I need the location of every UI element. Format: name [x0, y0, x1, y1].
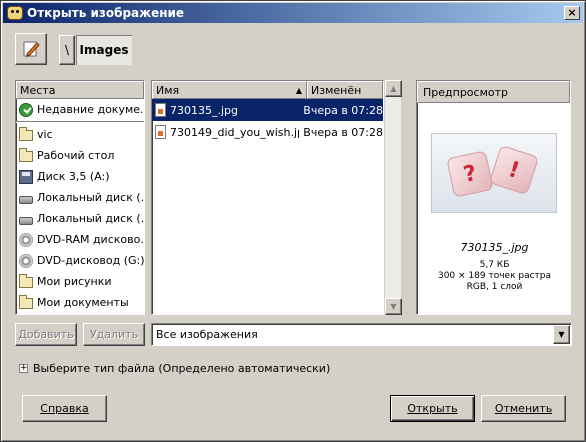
file-modified: Вчера в 07:28	[303, 103, 383, 117]
image-file-icon	[155, 125, 166, 139]
places-item-label: Рабочий стол	[37, 149, 115, 162]
places-item[interactable]: vic	[16, 124, 144, 145]
column-name-label: Имя	[156, 83, 180, 97]
file-modified: Вчера в 07:28	[303, 125, 383, 139]
folder-icon	[19, 295, 33, 309]
file-list: Имя ▲ Изменён 730135_.jpg Вчера в 07:28 73…	[151, 80, 384, 315]
file-filter-select[interactable]: Все изображения ▼	[151, 323, 572, 346]
remove-bookmark-label: Удалить	[89, 328, 139, 341]
recent-icon	[19, 102, 33, 117]
path-current-button[interactable]: Images	[76, 35, 132, 65]
add-bookmark-label: Добавить	[18, 328, 74, 341]
file-name: 730149_did_you_wish.jpg	[170, 125, 300, 139]
file-name-cell: 730149_did_you_wish.jpg	[152, 125, 299, 139]
column-header-modified[interactable]: Изменён	[307, 81, 383, 99]
scroll-up-button[interactable]: ▲	[385, 80, 402, 97]
file-rows: 730135_.jpg Вчера в 07:28 730149_did_you_w…	[152, 99, 383, 143]
file-name: 730135_.jpg	[170, 103, 239, 117]
places-item[interactable]: DVD-дисковод (G:)	[16, 250, 144, 271]
places-item-label: DVD-RAM дисково...	[37, 233, 145, 246]
hdd-icon	[19, 216, 33, 225]
help-button-label: Справка	[40, 402, 89, 415]
places-item[interactable]: Локальный диск (...	[16, 208, 144, 229]
file-row[interactable]: 730135_.jpg Вчера в 07:28	[152, 99, 383, 121]
folder-icon	[19, 148, 33, 162]
preview-thumbnail: ? !	[431, 133, 557, 213]
places-item-label: Локальный диск (...	[37, 191, 145, 204]
add-bookmark-button[interactable]: Добавить	[15, 323, 77, 346]
file-name-cell: 730135_.jpg	[152, 103, 299, 117]
path-root-button[interactable]: \	[59, 35, 75, 65]
places-item-label: DVD-дисковод (G:)	[37, 254, 145, 267]
dvd-icon	[19, 253, 33, 268]
preview-header[interactable]: Предпросмотр	[417, 81, 570, 103]
places-item[interactable]: Мои рисунки	[16, 271, 144, 292]
places-item[interactable]: DVD-RAM дисково...	[16, 229, 144, 250]
filetype-expander[interactable]: + Выберите тип файла (Определено автомат…	[19, 361, 330, 375]
preview-size: 5,7 КБ	[479, 260, 510, 270]
cancel-button[interactable]: Отменить	[481, 395, 566, 422]
places-header[interactable]: Места	[16, 81, 144, 99]
places-item[interactable]: Мои документы	[16, 292, 144, 313]
remove-bookmark-button[interactable]: Удалить	[83, 323, 145, 346]
image-file-icon	[155, 103, 166, 117]
help-button[interactable]: Справка	[22, 395, 107, 422]
filetype-expander-label: Выберите тип файла (Определено автоматич…	[33, 361, 331, 375]
sort-ascending-icon: ▲	[295, 85, 302, 95]
places-item-label: Диск 3,5 (A:)	[37, 170, 110, 183]
places-item[interactable]: Диск 3,5 (A:)	[16, 166, 144, 187]
folder-icon	[19, 274, 33, 288]
places-separator	[16, 121, 144, 123]
places-item-label: vic	[37, 128, 53, 141]
preview-filename: 730135_.jpg	[460, 241, 529, 254]
floppy-icon	[19, 169, 33, 184]
file-filter-value: Все изображения	[156, 328, 258, 341]
places-item[interactable]: Локальный диск (...	[16, 187, 144, 208]
close-button[interactable]: ×	[564, 6, 580, 20]
folder-icon	[19, 127, 33, 141]
places-list: Недавние докуме... vic Рабочий стол Диск 3,…	[16, 99, 144, 313]
open-button[interactable]: Открыть	[390, 395, 475, 422]
places-panel: Места Недавние докуме... vic Рабочий стол Д…	[15, 80, 145, 315]
file-list-scrollbar[interactable]: ▲ ▼	[384, 80, 402, 315]
dvd-icon	[19, 232, 33, 247]
preview-dimensions: 300 × 189 точек растра	[437, 271, 552, 281]
open-image-dialog: Открыть изображение × \ Images Места Нед…	[0, 0, 586, 442]
places-item-label: Мои рисунки	[37, 275, 112, 288]
places-item-label: Недавние докуме...	[37, 103, 145, 116]
type-location-button[interactable]	[15, 33, 47, 65]
hdd-icon	[19, 195, 33, 204]
preview-panel: Предпросмотр ? ! 730135_.jpg 5,7 КБ 300 …	[416, 80, 571, 315]
column-header-name[interactable]: Имя ▲	[152, 81, 307, 99]
exclamation-die: !	[488, 144, 540, 196]
chevron-down-icon[interactable]: ▼	[553, 325, 570, 344]
expand-plus-icon: +	[19, 362, 28, 373]
file-row[interactable]: 730149_did_you_wish.jpg Вчера в 07:28	[152, 121, 383, 143]
gimp-icon	[7, 6, 23, 20]
file-list-header: Имя ▲ Изменён	[152, 81, 383, 99]
pencil-icon	[23, 41, 40, 57]
places-item-label: Мои документы	[37, 296, 129, 309]
open-button-label: Открыть	[407, 402, 458, 415]
scroll-down-button[interactable]: ▼	[385, 298, 402, 315]
cancel-button-label: Отменить	[494, 402, 553, 415]
preview-mode: RGB, 1 слой	[466, 282, 523, 292]
question-die: ?	[446, 150, 494, 198]
window-title: Открыть изображение	[27, 6, 185, 20]
title-bar[interactable]: Открыть изображение ×	[3, 3, 583, 23]
places-item[interactable]: Недавние докуме...	[16, 99, 144, 120]
places-item-label: Локальный диск (...	[37, 212, 145, 225]
places-item[interactable]: Рабочий стол	[16, 145, 144, 166]
